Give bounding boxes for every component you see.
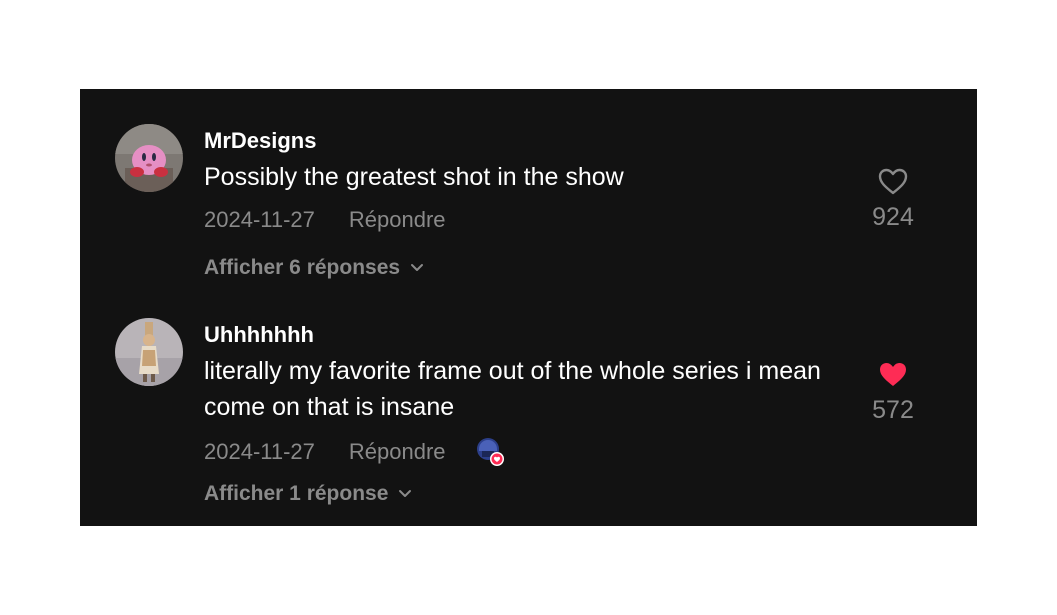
- view-replies-label: Afficher 1 réponse: [204, 482, 389, 505]
- reply-button[interactable]: Répondre: [349, 207, 446, 233]
- avatar[interactable]: [115, 318, 183, 386]
- comment-text: literally my favorite frame out of the w…: [204, 357, 821, 421]
- view-replies-button[interactable]: Afficher 1 réponse: [204, 482, 412, 506]
- creator-liked-icon: [476, 438, 504, 466]
- comment-date: 2024-11-27: [204, 207, 315, 232]
- comment-text: Possibly the greatest shot in the show: [204, 163, 624, 191]
- figure-avatar-icon: [115, 318, 183, 386]
- like-count: 924: [872, 203, 914, 231]
- view-replies-label: Afficher 6 réponses: [204, 256, 401, 279]
- like-control: 572: [860, 360, 926, 425]
- comment-date: 2024-11-27: [204, 439, 315, 464]
- reply-button[interactable]: Répondre: [349, 439, 446, 465]
- comment-meta: 2024-11-27 Répondre: [204, 437, 506, 467]
- comments-panel: MrDesigns Possibly the greatest shot in …: [80, 89, 977, 526]
- chevron-down-icon: [411, 264, 424, 271]
- avatar[interactable]: [115, 124, 183, 192]
- comment-meta: 2024-11-27 Répondre: [204, 207, 446, 233]
- like-control: 924: [860, 167, 926, 232]
- comment-username[interactable]: Uhhhhhhh: [204, 322, 314, 348]
- heart-filled-icon[interactable]: [877, 360, 909, 388]
- chevron-down-icon: [399, 490, 412, 497]
- view-replies-button[interactable]: Afficher 6 réponses: [204, 256, 424, 280]
- heart-outline-icon[interactable]: [877, 167, 909, 195]
- like-count: 572: [872, 396, 914, 424]
- comment-username[interactable]: MrDesigns: [204, 128, 316, 154]
- pink-plush-avatar-icon: [115, 124, 183, 192]
- creator-liked-badge: [474, 437, 506, 467]
